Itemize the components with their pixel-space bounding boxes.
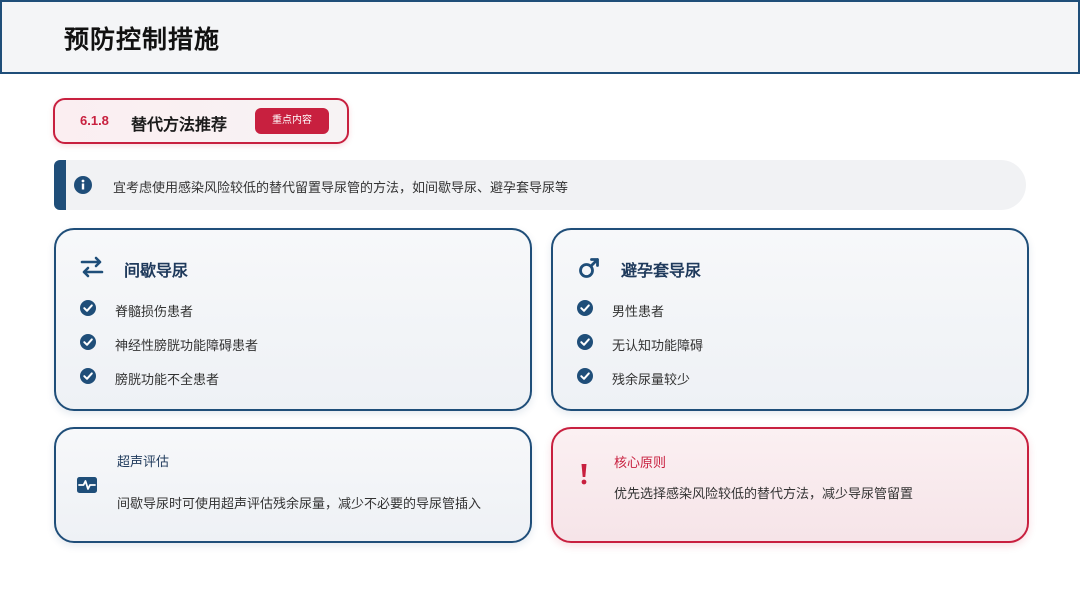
ultrasound-card: 超声评估 间歇导尿时可使用超声评估残余尿量，减少不必要的导尿管插入	[54, 427, 532, 543]
list-item-text: 无认知功能障碍	[612, 339, 704, 354]
check-circle-icon	[577, 368, 593, 384]
heartbeat-monitor-icon	[76, 475, 98, 499]
info-banner: 宜考虑使用感染风险较低的替代留置导尿管的方法，如间歇导尿、避孕套导尿等	[54, 160, 1026, 210]
list-item-text: 男性患者	[612, 305, 665, 320]
method-card-condom: 避孕套导尿 男性患者 无认知功能障碍 残余尿量较少	[551, 228, 1029, 411]
core-title: 核心原则	[614, 456, 667, 471]
list-item-text: 神经性膀胱功能障碍患者	[115, 339, 259, 354]
method-card-intermittent: 间歇导尿 脊髓损伤患者 神经性膀胱功能障碍患者 膀胱功能不全患者	[54, 228, 532, 411]
exchange-arrows-icon	[80, 256, 104, 282]
check-circle-icon	[80, 334, 96, 350]
info-accent-bar	[54, 160, 66, 210]
male-symbol-icon	[577, 256, 601, 284]
check-circle-icon	[80, 300, 96, 316]
check-circle-icon	[577, 334, 593, 350]
list-item-text: 脊髓损伤患者	[115, 305, 194, 320]
check-circle-icon	[80, 368, 96, 384]
method-title: 间歇导尿	[124, 261, 189, 280]
list-item-text: 残余尿量较少	[612, 373, 691, 388]
info-icon	[74, 176, 92, 198]
ultrasound-title: 超声评估	[117, 455, 170, 470]
section-tag: 6.1.8 替代方法推荐 重点内容	[53, 98, 349, 144]
section-title: 替代方法推荐	[131, 115, 228, 134]
page-title: 预防控制措施	[64, 25, 221, 54]
header-bar: 预防控制措施	[0, 0, 1080, 74]
core-principle-card: 核心原则 优先选择感染风险较低的替代方法，减少导尿管留置	[551, 427, 1029, 543]
section-number: 6.1.8	[80, 113, 109, 128]
info-text: 宜考虑使用感染风险较低的替代留置导尿管的方法，如间歇导尿、避孕套导尿等	[113, 181, 569, 196]
key-content-badge: 重点内容	[255, 108, 329, 134]
method-title: 避孕套导尿	[621, 261, 702, 280]
list-item-text: 膀胱功能不全患者	[115, 373, 220, 388]
exclamation-icon	[579, 462, 589, 490]
core-text: 优先选择感染风险较低的替代方法，减少导尿管留置	[614, 487, 914, 502]
check-circle-icon	[577, 300, 593, 316]
ultrasound-text: 间歇导尿时可使用超声评估残余尿量，减少不必要的导尿管插入	[117, 497, 482, 512]
